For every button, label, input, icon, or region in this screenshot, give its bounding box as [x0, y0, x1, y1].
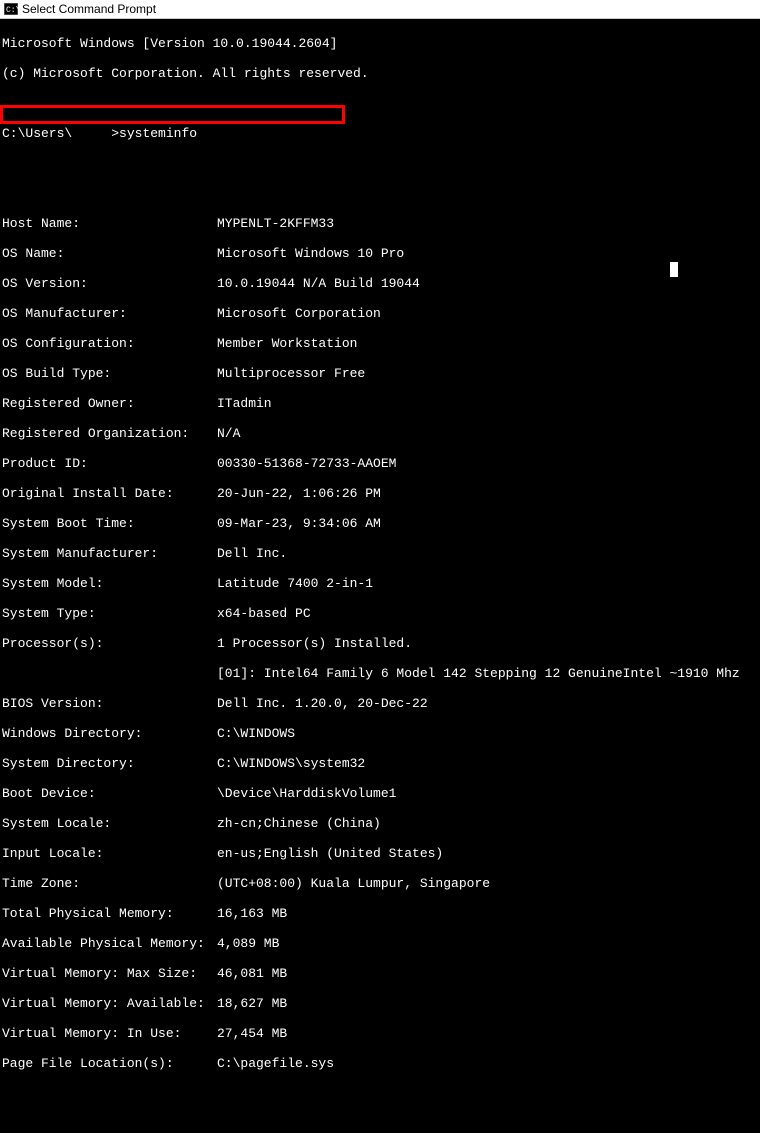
- field-label: Original Install Date:: [2, 486, 217, 501]
- info-row: OS Name:Microsoft Windows 10 Pro: [2, 246, 758, 261]
- field-label: Page File Location(s):: [2, 1056, 217, 1071]
- selection-cursor: [670, 262, 678, 277]
- window-titlebar[interactable]: C:\ Select Command Prompt: [0, 0, 760, 19]
- field-value: 00330-51368-72733-AAOEM: [217, 456, 758, 471]
- field-label: OS Version:: [2, 276, 217, 291]
- field-value: zh-cn;Chinese (China): [217, 816, 758, 831]
- field-value: MYPENLT-2KFFM33: [217, 216, 758, 231]
- info-row: Processor(s):1 Processor(s) Installed.: [2, 636, 758, 651]
- field-value: 09-Mar-23, 9:34:06 AM: [217, 516, 758, 531]
- field-label: BIOS Version:: [2, 696, 217, 711]
- field-value: Member Workstation: [217, 336, 758, 351]
- field-label: Time Zone:: [2, 876, 217, 891]
- field-label: Windows Directory:: [2, 726, 217, 741]
- field-value: en-us;English (United States): [217, 846, 758, 861]
- info-row: Total Physical Memory:16,163 MB: [2, 906, 758, 921]
- field-label: Available Physical Memory:: [2, 936, 217, 951]
- info-row: OS Configuration:Member Workstation: [2, 336, 758, 351]
- info-row: Registered Organization:N/A: [2, 426, 758, 441]
- field-value: 16,163 MB: [217, 906, 758, 921]
- processor-detail: [01]: Intel64 Family 6 Model 142 Steppin…: [2, 666, 758, 681]
- info-row: System Model:Latitude 7400 2-in-1: [2, 576, 758, 591]
- field-label: System Directory:: [2, 756, 217, 771]
- field-value: N/A: [217, 426, 758, 441]
- field-value: Microsoft Corporation: [217, 306, 758, 321]
- field-value: 1 Processor(s) Installed.: [217, 636, 758, 651]
- field-label: Boot Device:: [2, 786, 217, 801]
- info-row: OS Manufacturer:Microsoft Corporation: [2, 306, 758, 321]
- terminal-content[interactable]: Microsoft Windows [Version 10.0.19044.26…: [0, 19, 760, 1133]
- blank-line: [2, 186, 758, 201]
- field-label: Registered Organization:: [2, 426, 217, 441]
- field-value: (UTC+08:00) Kuala Lumpur, Singapore: [217, 876, 758, 891]
- field-label: System Type:: [2, 606, 217, 621]
- info-row: System Type:x64-based PC: [2, 606, 758, 621]
- info-row: System Boot Time:09-Mar-23, 9:34:06 AM: [2, 516, 758, 531]
- field-label: Host Name:: [2, 216, 217, 231]
- prompt-path: C:\Users\ >systeminfo: [2, 126, 217, 141]
- field-value: C:\WINDOWS\system32: [217, 756, 758, 771]
- field-label: System Locale:: [2, 816, 217, 831]
- info-row: Virtual Memory: Max Size:46,081 MB: [2, 966, 758, 981]
- field-label: Total Physical Memory:: [2, 906, 217, 921]
- field-value: C:\WINDOWS: [217, 726, 758, 741]
- field-value: x64-based PC: [217, 606, 758, 621]
- info-row: System Manufacturer:Dell Inc.: [2, 546, 758, 561]
- blank-line: [2, 96, 758, 111]
- field-value: \Device\HarddiskVolume1: [217, 786, 758, 801]
- field-label: OS Manufacturer:: [2, 306, 217, 321]
- field-value: 46,081 MB: [217, 966, 758, 981]
- info-row: System Directory:C:\WINDOWS\system32: [2, 756, 758, 771]
- info-row: OS Version:10.0.19044 N/A Build 19044: [2, 276, 758, 291]
- info-row: Input Locale:en-us;English (United State…: [2, 846, 758, 861]
- field-value: 20-Jun-22, 1:06:26 PM: [217, 486, 758, 501]
- field-value: 10.0.19044 N/A Build 19044: [217, 276, 758, 291]
- info-row: Original Install Date:20-Jun-22, 1:06:26…: [2, 486, 758, 501]
- field-value: Multiprocessor Free: [217, 366, 758, 381]
- info-row: Boot Device:\Device\HarddiskVolume1: [2, 786, 758, 801]
- field-value: C:\pagefile.sys: [217, 1056, 758, 1071]
- info-row: Virtual Memory: Available:18,627 MB: [2, 996, 758, 1011]
- prompt-line: C:\Users\ >systeminfo: [2, 126, 758, 141]
- field-label: System Manufacturer:: [2, 546, 217, 561]
- blank-line: [2, 156, 758, 171]
- info-row: Available Physical Memory:4,089 MB: [2, 936, 758, 951]
- field-label: Virtual Memory: Available:: [2, 996, 217, 1011]
- field-value: Latitude 7400 2-in-1: [217, 576, 758, 591]
- field-label: Product ID:: [2, 456, 217, 471]
- info-row: Host Name:MYPENLT-2KFFM33: [2, 216, 758, 231]
- info-row: OS Build Type:Multiprocessor Free: [2, 366, 758, 381]
- field-value: 4,089 MB: [217, 936, 758, 951]
- field-label: OS Build Type:: [2, 366, 217, 381]
- field-label: Input Locale:: [2, 846, 217, 861]
- field-value: Microsoft Windows 10 Pro: [217, 246, 758, 261]
- field-label: System Model:: [2, 576, 217, 591]
- field-label: OS Name:: [2, 246, 217, 261]
- field-label: OS Configuration:: [2, 336, 217, 351]
- info-row: Page File Location(s):C:\pagefile.sys: [2, 1056, 758, 1071]
- field-label: System Boot Time:: [2, 516, 217, 531]
- info-row: Virtual Memory: In Use:27,454 MB: [2, 1026, 758, 1041]
- field-label: Registered Owner:: [2, 396, 217, 411]
- svg-text:C:\: C:\: [6, 6, 18, 15]
- info-row: BIOS Version:Dell Inc. 1.20.0, 20-Dec-22: [2, 696, 758, 711]
- field-value: 27,454 MB: [217, 1026, 758, 1041]
- info-row: System Locale:zh-cn;Chinese (China): [2, 816, 758, 831]
- field-value: Dell Inc. 1.20.0, 20-Dec-22: [217, 696, 758, 711]
- info-row: Product ID:00330-51368-72733-AAOEM: [2, 456, 758, 471]
- field-label: Virtual Memory: In Use:: [2, 1026, 217, 1041]
- field-value: 18,627 MB: [217, 996, 758, 1011]
- field-value: ITadmin: [217, 396, 758, 411]
- info-row: Windows Directory:C:\WINDOWS: [2, 726, 758, 741]
- version-line: Microsoft Windows [Version 10.0.19044.26…: [2, 36, 758, 51]
- info-row: Time Zone:(UTC+08:00) Kuala Lumpur, Sing…: [2, 876, 758, 891]
- field-label: Virtual Memory: Max Size:: [2, 966, 217, 981]
- copyright-line: (c) Microsoft Corporation. All rights re…: [2, 66, 758, 81]
- field-label: Processor(s):: [2, 636, 217, 651]
- field-value: Dell Inc.: [217, 546, 758, 561]
- window-title: Select Command Prompt: [22, 2, 156, 16]
- info-row: Registered Owner:ITadmin: [2, 396, 758, 411]
- cmd-icon: C:\: [4, 2, 18, 16]
